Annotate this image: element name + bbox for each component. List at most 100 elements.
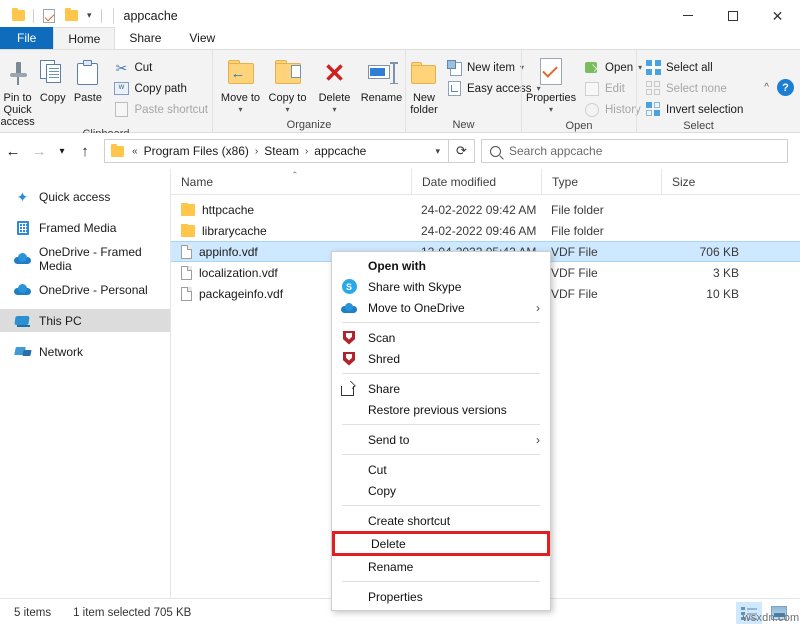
breadcrumb[interactable]: « Program Files (x86) › Steam › appcache… <box>104 139 449 163</box>
context-menu-item-properties[interactable]: Properties <box>332 586 550 607</box>
column-header-size[interactable]: Size <box>661 169 751 195</box>
chevron-down-icon[interactable]: ▾ <box>435 146 444 157</box>
back-button[interactable]: ← <box>0 138 26 164</box>
file-explorer-window: ▾ appcache ✕ File Home Share View Pin to… <box>0 0 800 627</box>
chevron-down-icon[interactable]: ▾ <box>83 11 96 20</box>
onedrive-cloud-icon <box>14 281 31 298</box>
paste-button[interactable]: Paste <box>70 54 105 104</box>
context-menu-item-shred[interactable]: Shred <box>332 348 550 369</box>
tab-view[interactable]: View <box>175 27 229 49</box>
context-menu-item-share[interactable]: Share <box>332 378 550 399</box>
column-header-name[interactable]: Name ⌃ <box>171 169 411 195</box>
table-row[interactable]: httpcache 24-02-2022 09:42 AM File folde… <box>171 199 800 220</box>
copy-path-icon: W <box>113 81 129 97</box>
sidebar-item-label: OneDrive - Framed Media <box>39 245 170 273</box>
new-folder-button[interactable]: New folder <box>410 54 438 116</box>
context-menu-item-copy[interactable]: Copy <box>332 480 550 501</box>
forward-button[interactable]: → <box>26 138 52 164</box>
search-input[interactable]: Search appcache <box>481 139 788 163</box>
this-pc-icon <box>14 312 31 329</box>
button-label: Copy path <box>134 83 186 95</box>
up-button[interactable]: ↑ <box>72 138 98 164</box>
column-header-date-modified[interactable]: Date modified <box>411 169 541 195</box>
help-button[interactable]: ? <box>777 79 794 96</box>
tab-share[interactable]: Share <box>115 27 175 49</box>
menu-divider <box>342 581 540 582</box>
copy-to-button[interactable]: Copy to ▾ <box>264 54 311 116</box>
collapse-ribbon-button[interactable]: ^ <box>764 82 769 93</box>
context-menu: Open with S Share with Skype Move to One… <box>331 251 551 611</box>
folder-icon <box>181 204 195 216</box>
blank-icon <box>340 462 358 478</box>
context-menu-item-scan[interactable]: Scan <box>332 327 550 348</box>
menu-item-label: Move to OneDrive <box>368 301 526 315</box>
copy-path-button[interactable]: W Copy path <box>109 78 212 99</box>
menu-divider <box>342 373 540 374</box>
copy-button[interactable]: Copy <box>35 54 70 104</box>
sidebar-item-network[interactable]: Network <box>0 340 170 363</box>
chevron-down-icon[interactable]: ▾ <box>549 104 553 116</box>
context-menu-item-restore-previous-versions[interactable]: Restore previous versions <box>332 399 550 420</box>
sidebar-item-quick-access[interactable]: ✦ Quick access <box>0 185 170 208</box>
menu-item-label: Share <box>368 382 540 396</box>
window-title: appcache <box>113 8 178 24</box>
menu-divider <box>342 505 540 506</box>
new-folder-icon <box>410 57 438 89</box>
chevron-down-icon[interactable]: ▾ <box>285 104 289 116</box>
sidebar-item-onedrive-personal[interactable]: OneDrive - Personal <box>0 278 170 301</box>
invert-selection-button[interactable]: Invert selection <box>641 99 747 120</box>
context-menu-item-rename[interactable]: Rename <box>332 556 550 577</box>
breadcrumb-overflow[interactable]: « <box>130 146 140 157</box>
sidebar-item-framed-media[interactable]: Framed Media <box>0 216 170 239</box>
chevron-down-icon[interactable]: ▾ <box>332 104 336 116</box>
cut-button[interactable]: ✂ Cut <box>109 57 212 78</box>
select-none-button[interactable]: Select none <box>641 78 747 99</box>
properties-icon <box>537 57 565 89</box>
button-label: Paste <box>74 92 102 104</box>
rename-button[interactable]: Rename <box>358 54 405 104</box>
properties-button[interactable]: Properties ▾ <box>526 54 576 116</box>
properties-icon[interactable] <box>39 6 59 26</box>
button-label: Paste shortcut <box>134 104 208 116</box>
breadcrumb-segment-program-files[interactable]: Program Files (x86) <box>143 144 250 158</box>
context-menu-item-move-to-onedrive[interactable]: Move to OneDrive › <box>332 297 550 318</box>
ribbon-group-new: New folder New item ▾ Easy access ▾ New <box>405 50 521 134</box>
button-label: Delete <box>319 92 351 104</box>
column-header-type[interactable]: Type <box>541 169 661 195</box>
context-menu-item-cut[interactable]: Cut <box>332 459 550 480</box>
folder-icon[interactable] <box>8 6 28 26</box>
chevron-down-icon[interactable]: ▾ <box>238 104 242 116</box>
context-menu-item-delete[interactable]: Delete <box>332 531 550 556</box>
blank-icon <box>340 513 358 529</box>
watermark: wsxdn.com <box>736 612 800 624</box>
tab-file[interactable]: File <box>0 27 53 49</box>
context-menu-item-send-to[interactable]: Send to › <box>332 429 550 450</box>
pin-to-quick-access-button[interactable]: Pin to Quick access <box>0 54 35 128</box>
refresh-button[interactable]: ⟳ <box>449 139 475 163</box>
chevron-right-icon[interactable]: › <box>303 146 310 157</box>
ribbon-group-select: Select all Select none Invert selection <box>636 50 760 134</box>
file-type: VDF File <box>541 287 661 301</box>
chevron-right-icon[interactable]: › <box>253 146 260 157</box>
table-row[interactable]: librarycache 24-02-2022 09:46 AM File fo… <box>171 220 800 241</box>
menu-item-label: Share with Skype <box>368 280 540 294</box>
button-label: Select none <box>666 83 727 95</box>
group-label-select: Select <box>637 120 760 134</box>
tab-home[interactable]: Home <box>53 27 115 49</box>
breadcrumb-segment-steam[interactable]: Steam <box>263 144 300 158</box>
menu-divider <box>342 424 540 425</box>
sidebar-item-onedrive-framed-media[interactable]: OneDrive - Framed Media <box>0 247 170 270</box>
recent-locations-button[interactable]: ▾ <box>52 138 72 164</box>
delete-button[interactable]: ✕ Delete ▾ <box>311 54 358 116</box>
context-menu-item-share-with-skype[interactable]: S Share with Skype <box>332 276 550 297</box>
file-size: 10 KB <box>661 287 751 301</box>
sidebar-item-this-pc[interactable]: This PC <box>0 309 170 332</box>
select-all-button[interactable]: Select all <box>641 57 747 78</box>
paste-shortcut-button[interactable]: Paste shortcut <box>109 99 212 120</box>
context-menu-item-create-shortcut[interactable]: Create shortcut <box>332 510 550 531</box>
breadcrumb-segment-appcache[interactable]: appcache <box>313 144 367 158</box>
move-to-button[interactable]: ← Move to ▾ <box>217 54 264 116</box>
context-menu-item-open-with[interactable]: Open with <box>332 255 550 276</box>
file-name-cell: httpcache <box>171 203 411 217</box>
new-folder-icon[interactable] <box>61 6 81 26</box>
